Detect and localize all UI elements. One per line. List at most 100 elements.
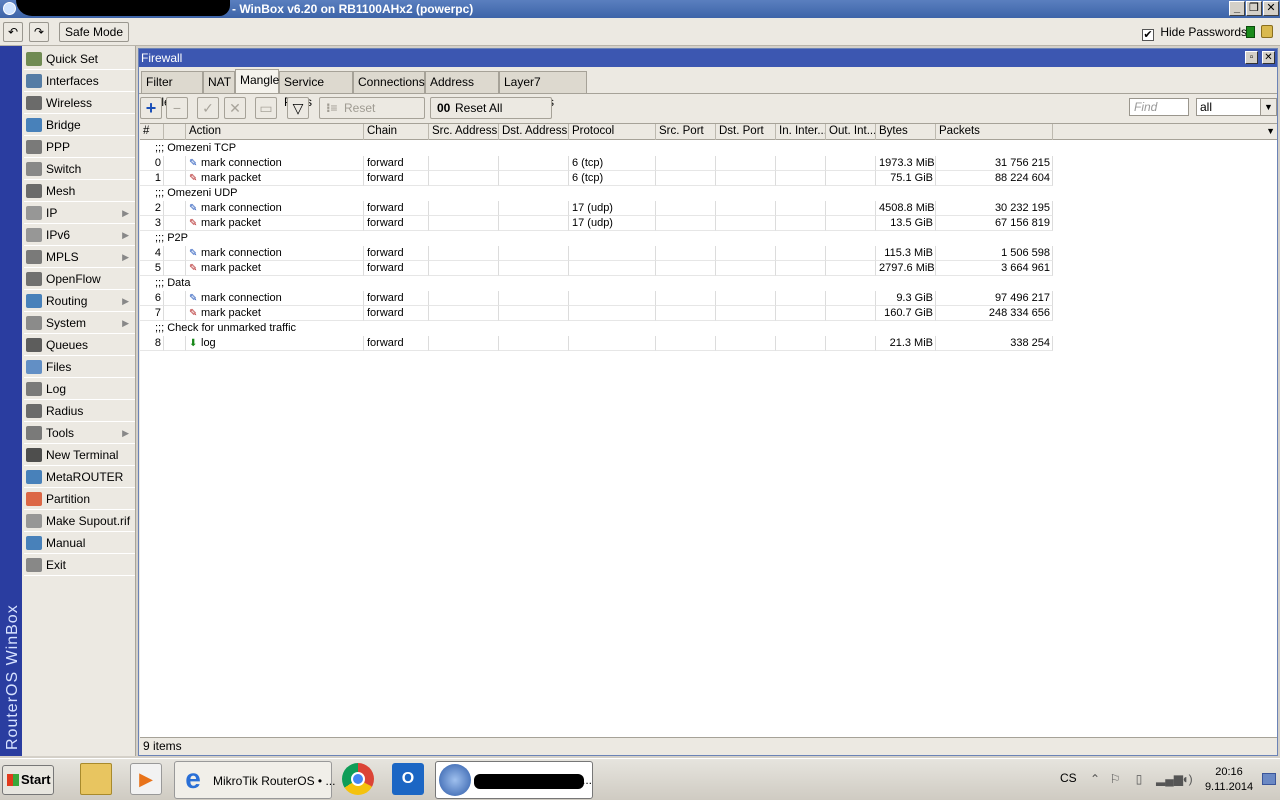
close-button[interactable]: ✕: [1263, 1, 1279, 16]
column-header[interactable]: In. Inter...: [776, 124, 826, 140]
sidebar-item-routing[interactable]: Routing ▶: [24, 291, 135, 312]
cell-empty: [776, 306, 826, 321]
sidebar-item-mesh[interactable]: Mesh: [24, 181, 135, 202]
tab-layer7-protocols[interactable]: Layer7 Protocols: [499, 71, 587, 109]
sidebar-item-metarouter[interactable]: MetaROUTER: [24, 467, 135, 488]
cell-packets: 31 756 215: [936, 156, 1053, 171]
safe-mode-button[interactable]: Safe Mode: [59, 22, 129, 42]
battery-icon[interactable]: ▯: [1132, 772, 1146, 786]
comment-row[interactable]: ;;; Check for unmarked traffic: [140, 321, 1277, 336]
comment-row[interactable]: ;;; Data: [140, 276, 1277, 291]
sidebar-item-files[interactable]: Files: [24, 357, 135, 378]
sidebar-item-ppp[interactable]: PPP: [24, 137, 135, 158]
sidebar-item-exit[interactable]: Exit: [24, 555, 135, 576]
volume-icon[interactable]: ◖): [1180, 772, 1194, 786]
enable-icon[interactable]: ✓: [197, 97, 219, 119]
sidebar-item-openflow[interactable]: OpenFlow: [24, 269, 135, 290]
table-row[interactable]: 8 ⬇ log forward 21.3 MiB 338 254: [140, 336, 1277, 351]
column-header[interactable]: Dst. Port: [716, 124, 776, 140]
disable-icon[interactable]: ✕: [224, 97, 246, 119]
table-row[interactable]: 0 ✎ mark connection forward 6 (tcp) 1973.3 Mi…: [140, 156, 1277, 171]
column-chooser-icon[interactable]: ▼: [1266, 124, 1275, 139]
sidebar-item-radius[interactable]: Radius: [24, 401, 135, 422]
chevron-down-icon[interactable]: ▼: [1260, 99, 1276, 115]
find-input[interactable]: Find: [1129, 98, 1189, 116]
column-header[interactable]: Protocol: [569, 124, 656, 140]
sidebar-item-mpls[interactable]: MPLS ▶: [24, 247, 135, 268]
restore-button[interactable]: ❐: [1246, 1, 1262, 16]
column-header[interactable]: #: [140, 124, 164, 140]
sidebar-item-tools[interactable]: Tools ▶: [24, 423, 135, 444]
hide-passwords-checkbox[interactable]: ✔ Hide Passwords: [1142, 25, 1247, 41]
column-header[interactable]: [164, 124, 186, 140]
sidebar-item-log[interactable]: Log: [24, 379, 135, 400]
sidebar-item-bridge[interactable]: Bridge: [24, 115, 135, 136]
show-desktop-icon[interactable]: [1262, 773, 1276, 785]
chevron-up-icon[interactable]: ⌃: [1088, 772, 1102, 786]
sidebar-item-switch[interactable]: Switch: [24, 159, 135, 180]
table-row[interactable]: 3 ✎ mark packet forward 17 (udp) 13.5 GiB 67 1…: [140, 216, 1277, 231]
table-row[interactable]: 1 ✎ mark packet forward 6 (tcp) 75.1 GiB 88 22…: [140, 171, 1277, 186]
close-window-icon[interactable]: ✕: [1262, 51, 1275, 64]
sidebar-item-quick-set[interactable]: Quick Set: [24, 49, 135, 70]
table-row[interactable]: 2 ✎ mark connection forward 17 (udp) 4508.8 M…: [140, 201, 1277, 216]
tab-address-lists[interactable]: Address Lists: [425, 71, 499, 109]
status-led-icon: [1246, 26, 1255, 38]
tab-nat[interactable]: NAT: [203, 71, 235, 93]
sidebar-item-ipv6[interactable]: IPv6 ▶: [24, 225, 135, 246]
tab-filter-rules[interactable]: Filter Rules: [141, 71, 203, 109]
sidebar-item-wireless[interactable]: Wireless: [24, 93, 135, 114]
ie-task-button[interactable]: e MikroTik RouterOS • ...: [174, 761, 335, 799]
filter-icon[interactable]: ▽: [287, 97, 309, 119]
mark-connection-icon: ✎: [189, 293, 198, 304]
clock[interactable]: 20:16 9.11.2014: [1200, 765, 1258, 795]
filter-select[interactable]: all ▼: [1196, 98, 1277, 116]
sidebar-item-system[interactable]: System ▶: [24, 313, 135, 334]
reset-all-counters-button[interactable]: 00 Reset All Counters: [430, 97, 552, 135]
sidebar-item-make-supout-rif[interactable]: Make Supout.rif: [24, 511, 135, 532]
column-header[interactable]: Src. Address: [429, 124, 499, 140]
table-row[interactable]: 6 ✎ mark connection forward 9.3 GiB 97 496 21…: [140, 291, 1277, 306]
tab-mangle[interactable]: Mangle: [235, 69, 279, 94]
comment-row[interactable]: ;;; Omezeni TCP: [140, 141, 1277, 156]
sidebar-item-partition[interactable]: Partition: [24, 489, 135, 510]
comment-row[interactable]: ;;; P2P: [140, 231, 1277, 246]
column-header[interactable]: Out. Int...: [826, 124, 876, 140]
column-header[interactable]: Action: [186, 124, 364, 140]
column-header[interactable]: Dst. Address: [499, 124, 569, 140]
outlook-icon[interactable]: O: [392, 763, 424, 795]
redo-button[interactable]: ↷: [29, 22, 49, 42]
sidebar-item-ip[interactable]: IP ▶: [24, 203, 135, 224]
table-row[interactable]: 7 ✎ mark packet forward 160.7 GiB 248 334 656: [140, 306, 1277, 321]
media-player-icon[interactable]: ▶: [130, 763, 162, 795]
column-header[interactable]: Chain: [364, 124, 429, 140]
column-header[interactable]: Src. Port: [656, 124, 716, 140]
language-indicator[interactable]: CS: [1060, 771, 1077, 785]
sidebar-item-queues[interactable]: Queues: [24, 335, 135, 356]
comment-row[interactable]: ;;; Omezeni UDP: [140, 186, 1277, 201]
sidebar-item-new-terminal[interactable]: New Terminal: [24, 445, 135, 466]
tab-service-ports[interactable]: Service Ports: [279, 71, 353, 109]
checkbox-checked-icon[interactable]: ✔: [1142, 29, 1154, 41]
table-row[interactable]: 5 ✎ mark packet forward 2797.6 MiB 3 664 961: [140, 261, 1277, 276]
action-center-flag-icon[interactable]: ⚐: [1108, 772, 1122, 786]
add-icon[interactable]: +: [140, 97, 162, 119]
submenu-arrow-icon: ▶: [122, 318, 129, 328]
explorer-icon[interactable]: [80, 763, 112, 795]
column-header[interactable]: Packets: [936, 124, 1053, 140]
sidebar-item-interfaces[interactable]: Interfaces: [24, 71, 135, 92]
sidebar-item-manual[interactable]: Manual: [24, 533, 135, 554]
table-row[interactable]: 4 ✎ mark connection forward 115.3 MiB 1 506 5…: [140, 246, 1277, 261]
tab-connections[interactable]: Connections: [353, 71, 425, 93]
chrome-icon[interactable]: [342, 763, 374, 795]
winbox-task-button[interactable]: ...: [435, 761, 593, 799]
column-header[interactable]: Bytes: [876, 124, 936, 140]
start-button[interactable]: Start: [2, 765, 54, 795]
minimize-button[interactable]: _: [1229, 1, 1245, 16]
remove-icon[interactable]: −: [166, 97, 188, 119]
comment-icon[interactable]: ▭: [255, 97, 277, 119]
undo-button[interactable]: ↶: [3, 22, 23, 42]
network-signal-icon[interactable]: ▂▄▆: [1156, 772, 1183, 786]
reset-counters-button[interactable]: ⁝≡ Reset Counters: [319, 97, 425, 135]
maximize-window-icon[interactable]: ▫: [1245, 51, 1258, 64]
